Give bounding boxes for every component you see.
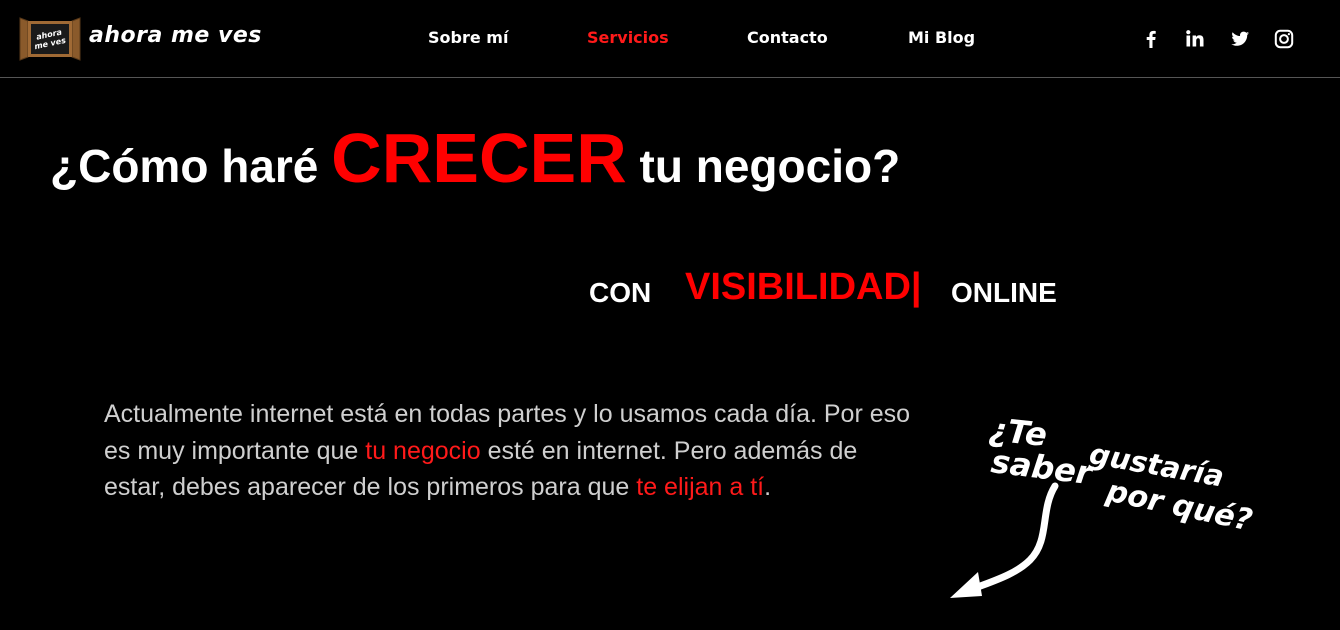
nav-link-servicios[interactable]: Servicios (587, 28, 669, 47)
intro-highlight-1: tu negocio (365, 436, 481, 465)
site-header: ahora me ves ahora me ves Sobre mí Servi… (0, 0, 1340, 78)
instagram-icon[interactable] (1273, 28, 1295, 50)
arrow-down-left-icon (966, 482, 1059, 594)
intro-text-3: . (764, 473, 772, 501)
typing-prefix: CON (589, 277, 652, 308)
handwritten-callout: ¿Te gustaría saber por qué? (950, 410, 1255, 598)
nav-link-mi-blog[interactable]: Mi Blog (908, 28, 975, 47)
window-logo-icon: ahora me ves (19, 17, 81, 61)
typing-animated-word: VISIBILIDAD| (685, 266, 922, 308)
title-suffix: tu negocio? (626, 140, 901, 192)
callout-line-3: saber (989, 442, 1096, 492)
page-title: ¿Cómo haré CRECER tu negocio? (50, 118, 900, 206)
twitter-icon[interactable] (1229, 28, 1251, 50)
title-prefix: ¿Cómo haré (50, 140, 332, 192)
arrow-head-icon (950, 572, 982, 598)
logo-text: ahora me ves (89, 23, 262, 48)
nav-link-contacto[interactable]: Contacto (747, 28, 828, 47)
facebook-icon[interactable] (1140, 28, 1162, 50)
site-logo[interactable]: ahora me ves ahora me ves (18, 14, 288, 64)
intro-highlight-2: te elijan a tí (636, 473, 765, 501)
title-highlight: CRECER (331, 119, 627, 197)
linkedin-icon[interactable] (1184, 28, 1206, 50)
typing-suffix: ONLINE (951, 277, 1057, 308)
nav-link-sobre-mi[interactable]: Sobre mí (428, 28, 508, 47)
intro-paragraph: Actualmente internet está en todas parte… (104, 396, 919, 506)
